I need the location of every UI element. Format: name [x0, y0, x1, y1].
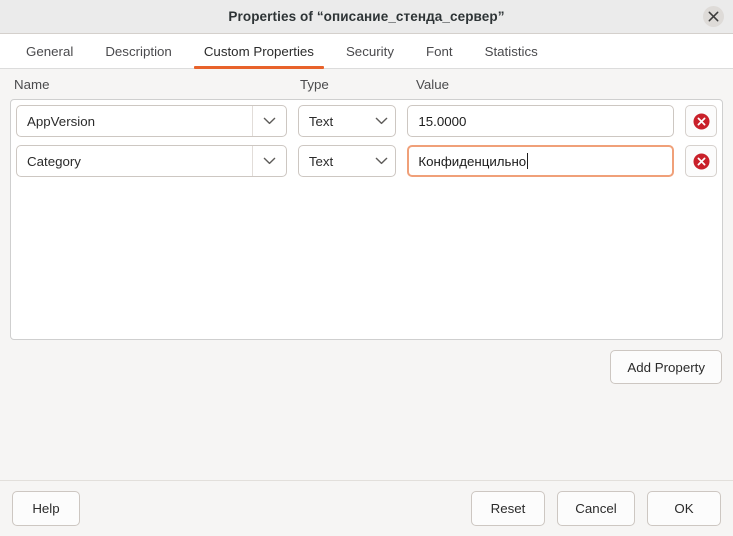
tab-general[interactable]: General [10, 34, 89, 68]
add-property-row: Add Property [10, 340, 723, 394]
tab-label: Statistics [484, 43, 538, 59]
property-value-text: 15.0000 [418, 113, 467, 129]
table-row: AppVersion Text 15.0000 [16, 105, 717, 137]
add-property-button[interactable]: Add Property [610, 350, 722, 384]
tab-bar: General Description Custom Properties Se… [0, 34, 733, 69]
property-value-input[interactable]: Конфиденцильно [407, 145, 675, 177]
help-button[interactable]: Help [12, 491, 80, 526]
custom-properties-panel: Name Type Value AppVersion Text 15.0000 … [0, 69, 733, 480]
property-type-combobox[interactable]: Text [297, 105, 397, 137]
property-name-combobox[interactable]: Category [16, 145, 287, 177]
property-type-value: Text [308, 113, 334, 129]
tab-label: Security [345, 43, 394, 59]
reset-button[interactable]: Reset [471, 491, 545, 526]
tab-security[interactable]: Security [330, 34, 410, 68]
tab-description[interactable]: Description [89, 34, 188, 68]
tab-custom-properties[interactable]: Custom Properties [188, 34, 330, 69]
property-type-combobox[interactable]: Text [297, 145, 397, 177]
tab-label: Description [105, 43, 172, 59]
cancel-button[interactable]: Cancel [557, 491, 635, 526]
properties-list: AppVersion Text 15.0000 Category Text Ко… [10, 99, 723, 340]
remove-icon [693, 113, 710, 129]
property-type-value: Text [308, 153, 334, 169]
property-name-combobox[interactable]: AppVersion [16, 105, 287, 137]
delete-property-button[interactable] [685, 145, 717, 177]
text-cursor [527, 153, 529, 169]
property-value-text: Конфиденцильно [418, 153, 527, 169]
tab-label: General [26, 43, 74, 59]
chevron-down-icon[interactable] [251, 146, 286, 176]
table-row: Category Text Конфиденцильно [16, 145, 717, 177]
tab-font[interactable]: Font [410, 34, 469, 68]
title-bar: Properties of “описание_стенда_сервер” [0, 0, 733, 34]
property-value-input[interactable]: 15.0000 [407, 105, 675, 137]
column-header-type: Type [300, 77, 329, 92]
chevron-down-icon[interactable] [251, 106, 286, 136]
ok-button[interactable]: OK [647, 491, 721, 526]
chevron-down-icon[interactable] [367, 146, 395, 176]
column-headers: Name Type Value [10, 77, 723, 99]
property-name-value: Category [27, 153, 81, 169]
remove-icon [693, 153, 710, 169]
tab-statistics[interactable]: Statistics [469, 34, 554, 68]
properties-dialog: Properties of “описание_стенда_сервер” G… [0, 0, 733, 536]
column-header-value: Value [416, 77, 450, 92]
close-icon[interactable] [703, 6, 724, 27]
window-title: Properties of “описание_стенда_сервер” [228, 9, 505, 24]
chevron-down-icon[interactable] [367, 106, 395, 136]
column-header-name: Name [14, 77, 50, 92]
dialog-footer: Help Reset Cancel OK [0, 480, 733, 536]
property-name-value: AppVersion [27, 113, 96, 129]
tab-label: Custom Properties [203, 43, 314, 59]
tab-label: Font [425, 43, 453, 59]
delete-property-button[interactable] [685, 105, 717, 137]
